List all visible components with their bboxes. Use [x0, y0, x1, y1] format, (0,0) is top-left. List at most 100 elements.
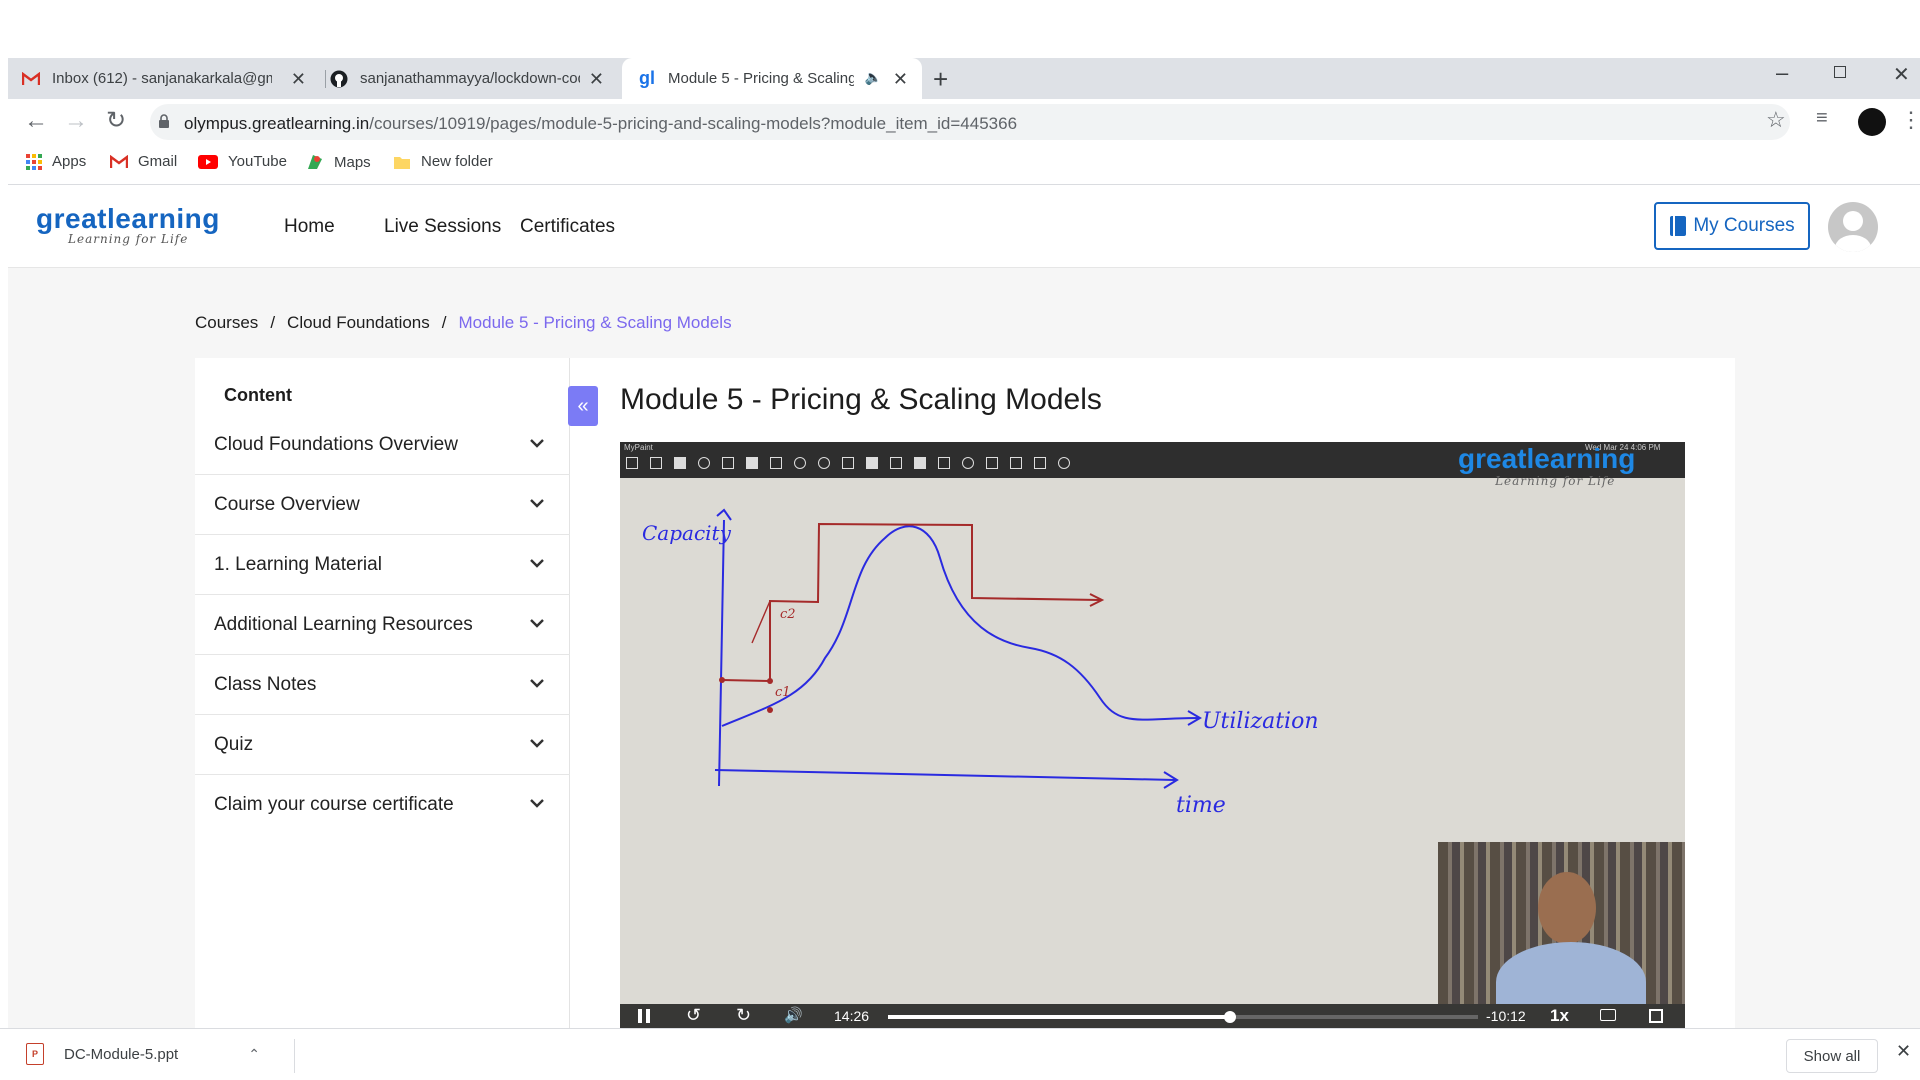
capacity-steps: [721, 522, 1101, 683]
bookmark-new-folder[interactable]: New folder: [393, 153, 493, 170]
bookmark-gmail[interactable]: Gmail: [110, 153, 177, 170]
menu-icon[interactable]: ⋮: [1900, 107, 1920, 133]
chevron-down-icon[interactable]: [530, 615, 544, 633]
speaker-icon[interactable]: 🔈: [865, 69, 882, 86]
breadcrumb-separator: /: [270, 313, 276, 332]
nav-live-sessions[interactable]: Live Sessions: [384, 216, 501, 238]
presenter-webcam: [1438, 842, 1685, 1004]
minimize-button[interactable]: –: [1776, 60, 1788, 86]
utilization-curve: [721, 525, 1201, 727]
chevron-down-icon[interactable]: [530, 795, 544, 813]
chevron-up-icon[interactable]: ⌃: [248, 1046, 260, 1063]
breadcrumb-cloud-foundations[interactable]: Cloud Foundations: [287, 313, 430, 333]
bookmark-label: Gmail: [138, 153, 178, 170]
forward-icon[interactable]: ↻: [736, 1005, 751, 1026]
my-courses-button[interactable]: My Courses: [1654, 202, 1810, 250]
sidebar-item-quiz[interactable]: Quiz: [195, 715, 570, 775]
download-file-name: DC-Module-5.ppt: [64, 1045, 179, 1063]
fullscreen-icon[interactable]: [1649, 1009, 1663, 1023]
back-icon[interactable]: ←: [24, 107, 48, 135]
sidebar-item-class-notes[interactable]: Class Notes: [195, 655, 570, 715]
sidebar-item-additional-learning-resources[interactable]: Additional Learning Resources: [195, 595, 570, 655]
profile-avatar[interactable]: [1858, 108, 1886, 136]
nav-home[interactable]: Home: [284, 216, 335, 238]
tab-gmail[interactable]: Inbox (612) - sanjanakarkala@gmail.com -…: [22, 58, 320, 99]
sidebar-item-label: Cloud Foundations Overview: [214, 434, 458, 455]
sidebar-item-label: 1. Learning Material: [214, 554, 382, 575]
breadcrumb-separator: /: [441, 313, 447, 332]
star-icon[interactable]: ☆: [1766, 107, 1786, 133]
url-path: /courses/10919/pages/module-5-pricing-an…: [369, 114, 1018, 133]
sketch-label-c1: c1: [775, 685, 791, 700]
chevron-down-icon[interactable]: [530, 435, 544, 453]
sidebar-item-label: Additional Learning Resources: [214, 614, 473, 635]
content-sidebar: Content Cloud Foundations Overview Cours…: [195, 358, 570, 1028]
bookmarks-bar: Apps Gmail YouTube Maps New folder: [8, 145, 1920, 185]
tab-github[interactable]: sanjanathammayya/lockdown-coding ✕: [330, 58, 618, 99]
site-logo[interactable]: greatlearning Learning for Life: [36, 205, 220, 247]
close-icon[interactable]: ✕: [291, 69, 306, 90]
ppt-file-icon: P: [26, 1043, 44, 1065]
chevron-down-icon[interactable]: [530, 735, 544, 753]
chevron-down-icon[interactable]: [530, 495, 544, 513]
page-title: Module 5 - Pricing & Scaling Models: [620, 383, 1102, 416]
close-icon[interactable]: ✕: [893, 69, 908, 90]
sketch-label-capacity: Capacity: [642, 521, 732, 545]
playback-speed[interactable]: 1x: [1550, 1006, 1569, 1026]
nav-certificates[interactable]: Certificates: [520, 216, 615, 238]
restore-button[interactable]: [1834, 66, 1846, 78]
reload-icon[interactable]: ↻: [106, 106, 126, 135]
volume-icon[interactable]: 🔊: [784, 1006, 803, 1024]
close-icon[interactable]: ✕: [589, 69, 604, 90]
chevron-down-icon[interactable]: [530, 675, 544, 693]
breadcrumb-courses[interactable]: Courses: [195, 313, 258, 333]
seek-bar[interactable]: [888, 1011, 1478, 1023]
url-host: olympus.greatlearning.in: [184, 114, 370, 133]
seek-progress: [888, 1015, 1231, 1019]
elapsed-time: 14:26: [834, 1008, 870, 1024]
sidebar-item-cloud-foundations-overview[interactable]: Cloud Foundations Overview: [195, 415, 570, 475]
capacity-point: [767, 707, 773, 713]
sidebar-item-claim-certificate[interactable]: Claim your course certificate: [195, 775, 570, 835]
sidebar-item-learning-material[interactable]: 1. Learning Material: [195, 535, 570, 595]
bookmark-youtube[interactable]: YouTube: [198, 153, 287, 170]
user-avatar[interactable]: [1828, 202, 1878, 252]
watermark-wordmark: greatlearning: [1458, 443, 1636, 474]
bookmark-apps[interactable]: Apps: [26, 153, 86, 170]
forward-icon[interactable]: →: [64, 107, 88, 135]
pause-icon[interactable]: [638, 1009, 650, 1023]
media-control-icon[interactable]: ≡: [1816, 107, 1828, 130]
sidebar-item-label: Course Overview: [214, 494, 360, 515]
new-tab-button[interactable]: +: [933, 64, 948, 95]
gmail-icon: [110, 154, 128, 169]
hd-icon[interactable]: [1600, 1009, 1616, 1021]
tab-greatlearning[interactable]: gl Module 5 - Pricing & Scaling Models 🔈…: [622, 58, 922, 99]
github-icon: [330, 70, 348, 88]
chevron-down-icon[interactable]: [530, 555, 544, 573]
browser-toolbar: ← → ↻ olympus.greatlearning.in/courses/1…: [8, 99, 1920, 145]
video-player[interactable]: MyPaint Wed Mar 24 4:06 PM greatlearning…: [620, 442, 1685, 1028]
gmail-icon: [22, 70, 40, 88]
remaining-time: -10:12: [1486, 1008, 1526, 1024]
capacity-point: [719, 677, 725, 683]
download-item[interactable]: P DC-Module-5.ppt ⌃: [26, 1043, 260, 1065]
sketch-y-arrow: [716, 508, 732, 521]
mypaint-app-label: MyPaint: [624, 443, 653, 452]
site-header: greatlearning Learning for Life Home Liv…: [8, 186, 1920, 268]
sidebar-item-label: Claim your course certificate: [214, 794, 454, 815]
close-window-button[interactable]: ✕: [1893, 62, 1910, 87]
sidebar-item-course-overview[interactable]: Course Overview: [195, 475, 570, 535]
collapse-sidebar-button[interactable]: «: [568, 386, 598, 426]
sketch-y-axis: [718, 519, 725, 787]
breadcrumb-current: Module 5 - Pricing & Scaling Models: [458, 313, 732, 332]
url-text[interactable]: olympus.greatlearning.in/courses/10919/p…: [184, 114, 1017, 134]
seek-handle[interactable]: [1224, 1011, 1237, 1023]
download-divider: [294, 1039, 295, 1073]
rewind-icon[interactable]: ↺: [686, 1005, 701, 1026]
bookmark-maps[interactable]: Maps: [306, 153, 371, 171]
tab-strip: Inbox (612) - sanjanakarkala@gmail.com -…: [8, 58, 1920, 99]
close-downloads-icon[interactable]: ✕: [1896, 1041, 1911, 1062]
show-all-button[interactable]: Show all: [1786, 1039, 1878, 1073]
capacity-point: [767, 678, 773, 684]
sketch-x-axis: [714, 769, 1176, 781]
